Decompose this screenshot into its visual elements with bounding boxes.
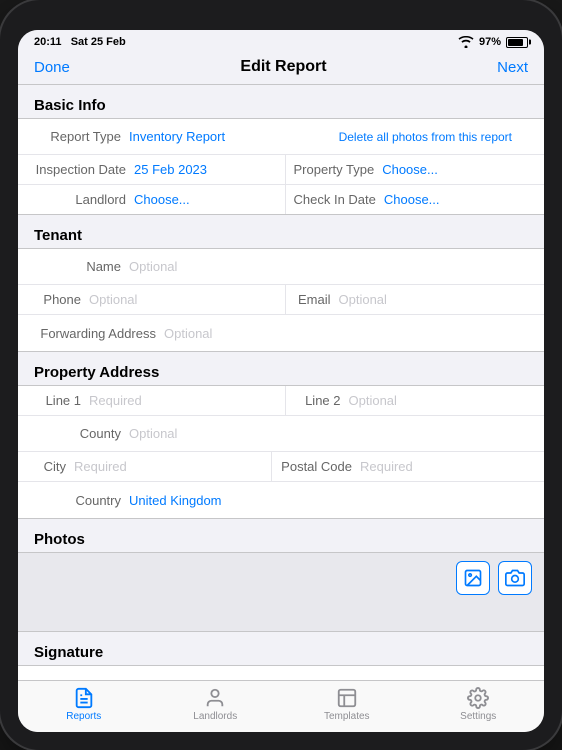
photos-icons [456, 561, 532, 595]
forwarding-label: Forwarding Address [34, 326, 164, 341]
next-button[interactable]: Next [497, 59, 528, 76]
checkin-date-col: Check In Date Choose... [285, 185, 545, 214]
property-type-col: Property Type Choose... [285, 155, 545, 184]
signature-header: Signature [18, 632, 544, 665]
city-col: City [18, 452, 271, 481]
tab-templates[interactable]: Templates [281, 687, 413, 722]
inspection-date-col: Inspection Date 25 Feb 2023 [18, 155, 285, 184]
phone-input[interactable] [89, 292, 277, 307]
settings-icon [467, 687, 489, 709]
tab-reports-label: Reports [66, 711, 101, 722]
checkin-date-choose[interactable]: Choose... [384, 192, 440, 207]
import-photos-button[interactable] [456, 561, 490, 595]
done-button[interactable]: Done [34, 59, 70, 76]
line1-input[interactable] [89, 393, 277, 408]
city-postal-row: City Postal Code [18, 452, 544, 482]
status-bar: 20:11 Sat 25 Feb 97% [18, 30, 544, 52]
tenant-card: Name Phone Email Forwarding Add [18, 248, 544, 352]
property-address-card: Line 1 Line 2 County City [18, 385, 544, 519]
line2-label: Line 2 [294, 393, 349, 408]
tab-landlords[interactable]: Landlords [150, 687, 282, 722]
nav-title: Edit Report [240, 58, 326, 76]
inspection-property-row: Inspection Date 25 Feb 2023 Property Typ… [18, 155, 544, 185]
postal-code-col: Postal Code [271, 452, 544, 481]
camera-button[interactable] [498, 561, 532, 595]
content-scroll[interactable]: Basic Info Report Type Inventory Report … [18, 85, 544, 680]
email-label: Email [294, 292, 339, 307]
line1-line2-row: Line 1 Line 2 [18, 386, 544, 416]
line1-label: Line 1 [34, 393, 89, 408]
nav-bar: Done Edit Report Next [18, 52, 544, 85]
forwarding-input[interactable] [164, 326, 528, 341]
templates-icon [336, 687, 358, 709]
tab-settings-label: Settings [460, 711, 496, 722]
name-row: Name [18, 249, 544, 285]
name-label: Name [34, 259, 129, 274]
tab-reports[interactable]: Reports [18, 687, 150, 722]
inspection-date-value[interactable]: 25 Feb 2023 [134, 162, 207, 177]
phone-label: Phone [34, 292, 89, 307]
phone-email-row: Phone Email [18, 285, 544, 315]
city-input[interactable] [74, 459, 263, 474]
county-label: County [34, 426, 129, 441]
battery-icon [506, 37, 528, 48]
landlords-icon [204, 687, 226, 709]
status-right: 97% [458, 36, 528, 48]
country-row: Country United Kingdom [18, 482, 544, 518]
phone-col: Phone [18, 285, 285, 314]
landlord-checkin-row: Landlord Choose... Check In Date Choose.… [18, 185, 544, 214]
checkin-date-label: Check In Date [294, 192, 384, 207]
postal-code-label: Postal Code [280, 459, 360, 474]
line1-col: Line 1 [18, 386, 285, 415]
photos-header: Photos [18, 519, 544, 552]
photos-area [18, 552, 544, 632]
landlord-col: Landlord Choose... [18, 185, 285, 214]
report-type-label: Report Type [34, 129, 129, 144]
landlord-choose[interactable]: Choose... [134, 192, 190, 207]
wifi-icon [458, 36, 474, 48]
reports-icon [73, 687, 95, 709]
forwarding-row: Forwarding Address [18, 315, 544, 351]
status-time-date: 20:11 Sat 25 Feb [34, 36, 126, 48]
signature-area[interactable] [18, 665, 544, 680]
tab-templates-label: Templates [324, 711, 370, 722]
screen: 20:11 Sat 25 Feb 97% Done Edit Repor [18, 30, 544, 732]
name-input[interactable] [129, 259, 528, 274]
email-input[interactable] [339, 292, 537, 307]
county-row: County [18, 416, 544, 452]
email-col: Email [285, 285, 545, 314]
property-type-choose[interactable]: Choose... [382, 162, 438, 177]
city-label: City [34, 459, 74, 474]
tab-landlords-label: Landlords [193, 711, 237, 722]
country-value[interactable]: United Kingdom [129, 493, 222, 508]
tab-settings[interactable]: Settings [413, 687, 545, 722]
landlord-label: Landlord [34, 192, 134, 207]
tab-bar: Reports Landlords Templates [18, 680, 544, 732]
line2-col: Line 2 [285, 386, 545, 415]
county-input[interactable] [129, 426, 528, 441]
country-label: Country [34, 493, 129, 508]
property-type-label: Property Type [294, 162, 383, 177]
property-address-header: Property Address [18, 352, 544, 385]
delete-photos-link[interactable]: Delete all photos from this report [339, 130, 528, 144]
report-type-row: Report Type Inventory Report Delete all … [18, 119, 544, 155]
basic-info-card: Report Type Inventory Report Delete all … [18, 118, 544, 215]
inspection-date-label: Inspection Date [34, 162, 134, 177]
report-type-value[interactable]: Inventory Report [129, 129, 225, 144]
line2-input[interactable] [349, 393, 537, 408]
device: 20:11 Sat 25 Feb 97% Done Edit Repor [0, 0, 562, 750]
battery-percent: 97% [479, 36, 501, 48]
basic-info-header: Basic Info [18, 85, 544, 118]
postal-code-input[interactable] [360, 459, 536, 474]
tenant-header: Tenant [18, 215, 544, 248]
